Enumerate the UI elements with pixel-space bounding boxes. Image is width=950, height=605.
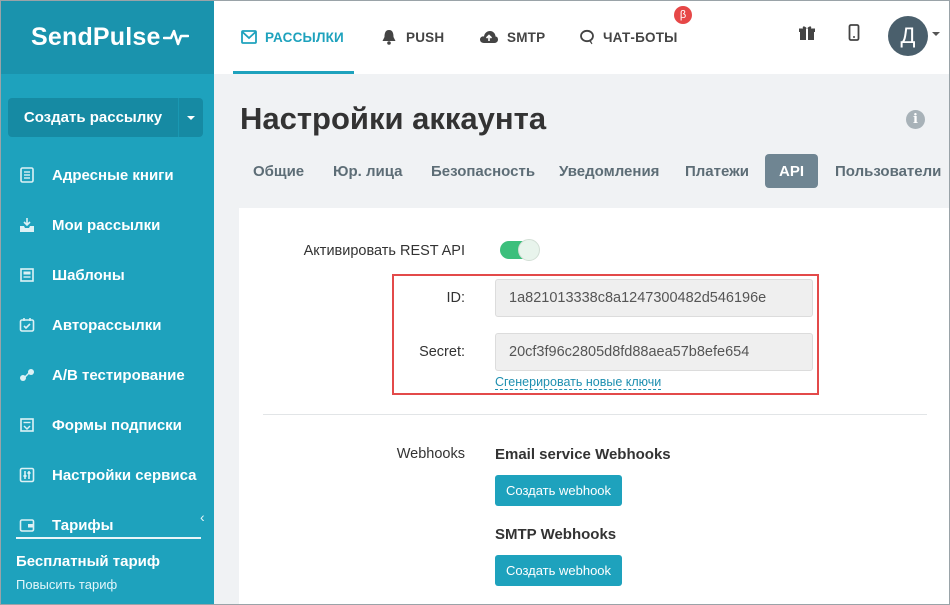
- smtp-webhooks-title: SMTP Webhooks: [495, 526, 617, 543]
- brand-logo[interactable]: SendPulse: [0, 0, 214, 74]
- sidebar-item-label: Адресные книги: [52, 166, 174, 184]
- top-tab-smtp[interactable]: SMTP: [479, 0, 545, 74]
- sidebar-item-templates[interactable]: Шаблоны: [0, 250, 214, 300]
- info-icon[interactable]: i: [906, 110, 925, 129]
- sidebar-item-label: Настройки сервиса: [52, 466, 197, 484]
- sidebar-item-label: Мои рассылки: [52, 216, 161, 234]
- tab-legal-entities[interactable]: Юр. лица: [320, 154, 415, 188]
- templates-icon: [18, 266, 36, 284]
- sidebar-item-my-mailings[interactable]: Мои рассылки: [0, 200, 214, 250]
- api-id-field[interactable]: 1a821013338c8a1247300482d546196e: [495, 279, 813, 317]
- toggle-knob: [518, 239, 540, 261]
- sidebar-item-service-settings[interactable]: Настройки сервиса: [0, 450, 214, 500]
- create-email-webhook-button[interactable]: Создать webhook: [495, 475, 622, 506]
- section-divider: [263, 414, 927, 415]
- tab-api[interactable]: API: [765, 154, 818, 188]
- create-smtp-webhook-button[interactable]: Создать webhook: [495, 555, 622, 586]
- secret-label: Secret:: [419, 344, 465, 360]
- top-tab-label: PUSH: [406, 29, 445, 45]
- tab-users[interactable]: Пользователи: [822, 154, 950, 188]
- cloud-upload-icon: [479, 29, 499, 45]
- tab-general[interactable]: Общие: [240, 154, 317, 188]
- active-item-underline: [16, 537, 201, 539]
- tab-notifications[interactable]: Уведомления: [546, 154, 672, 188]
- create-campaign-group: Создать рассылку: [8, 98, 203, 137]
- create-campaign-dropdown[interactable]: [179, 115, 203, 120]
- sidebar-item-pricing[interactable]: Тарифы: [0, 500, 214, 550]
- rest-api-toggle[interactable]: [500, 239, 540, 261]
- chat-icon: [579, 29, 595, 45]
- address-book-icon: [18, 166, 36, 184]
- page-title: Настройки аккаунта: [240, 101, 547, 136]
- upgrade-plan-link[interactable]: Повысить тариф: [16, 577, 117, 592]
- sidebar-item-automation[interactable]: Авторассылки: [0, 300, 214, 350]
- id-label: ID:: [446, 290, 465, 306]
- api-settings-card: [239, 208, 950, 605]
- sidebar: SendPulse Создать рассылку Адресные книг…: [0, 0, 214, 605]
- sidebar-item-label: Тарифы: [52, 516, 114, 534]
- forms-icon: [18, 416, 36, 434]
- top-tab-label: ЧАТ-БОТЫ: [603, 29, 678, 45]
- regenerate-keys-link[interactable]: Сгенерировать новые ключи: [495, 375, 662, 390]
- mobile-icon[interactable]: [848, 24, 860, 42]
- chevron-down-icon: [187, 115, 195, 120]
- sidebar-item-label: A/B тестирование: [52, 366, 185, 384]
- top-tab-mailings[interactable]: РАССЫЛКИ: [233, 0, 354, 74]
- sidebar-item-subscription-forms[interactable]: Формы подписки: [0, 400, 214, 450]
- settings-sliders-icon: [18, 466, 36, 484]
- plan-title: Бесплатный тариф: [16, 553, 161, 570]
- email-webhooks-title: Email service Webhooks: [495, 446, 671, 463]
- top-tab-chatbots[interactable]: ЧАТ-БОТЫ: [579, 0, 678, 74]
- top-tab-push[interactable]: PUSH: [380, 0, 444, 74]
- beta-badge: β: [674, 6, 692, 24]
- api-secret-field[interactable]: 20cf3f96c2805d8fd88aea57b8efe654: [495, 333, 813, 371]
- bell-icon: [380, 29, 398, 45]
- sidebar-nav: Адресные книги Мои рассылки Шаблоны Авто…: [0, 150, 214, 550]
- avatar-dropdown[interactable]: [932, 32, 940, 54]
- tab-security[interactable]: Безопасность: [418, 154, 548, 188]
- mailings-icon: [18, 216, 36, 234]
- user-avatar[interactable]: Д: [888, 16, 928, 56]
- envelope-icon: [241, 30, 257, 44]
- automation-icon: [18, 316, 36, 334]
- ab-test-icon: [18, 366, 36, 384]
- top-tab-label: РАССЫЛКИ: [265, 29, 344, 45]
- sidebar-item-label: Шаблоны: [52, 266, 125, 284]
- pulse-icon: [162, 29, 189, 46]
- top-tab-label: SMTP: [507, 29, 546, 45]
- sidebar-item-address-books[interactable]: Адресные книги: [0, 150, 214, 200]
- sidebar-item-label: Формы подписки: [52, 416, 182, 434]
- webhooks-label: Webhooks: [396, 446, 465, 462]
- gift-icon[interactable]: [798, 24, 816, 42]
- top-navbar: РАССЫЛКИ PUSH SMTP ЧАТ-БОТЫ β Д: [214, 0, 950, 74]
- activate-rest-api-label: Активировать REST API: [303, 243, 465, 259]
- create-campaign-button[interactable]: Создать рассылку: [8, 109, 178, 126]
- wallet-icon: [18, 516, 36, 534]
- sidebar-item-label: Авторассылки: [52, 316, 162, 334]
- tab-payments[interactable]: Платежи: [672, 154, 762, 188]
- chevron-down-icon: [932, 32, 940, 53]
- brand-name: SendPulse: [31, 22, 161, 51]
- create-campaign-separator: [178, 98, 179, 137]
- sidebar-item-ab-testing[interactable]: A/B тестирование: [0, 350, 214, 400]
- collapse-sidebar-icon[interactable]: ‹: [200, 509, 205, 525]
